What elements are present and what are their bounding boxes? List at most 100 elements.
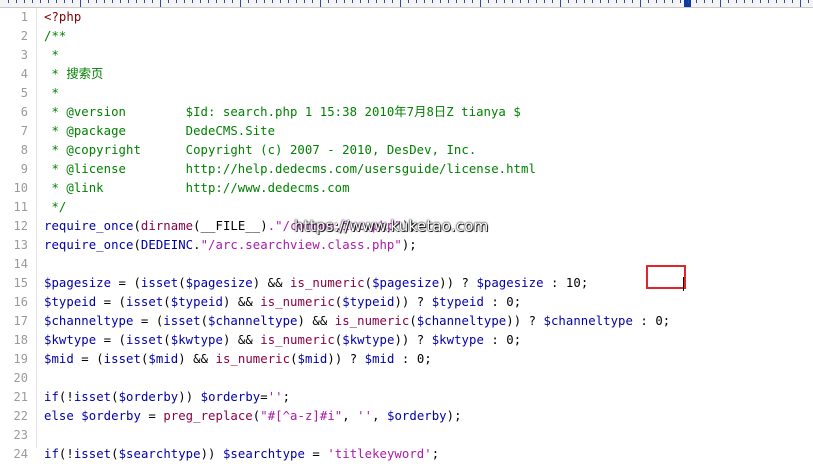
code-token: )) — [200, 447, 223, 461]
ruler-tick — [624, 0, 625, 3]
code-token: )) — [178, 390, 201, 404]
code-line[interactable]: 7 * @package DedeCMS.Site — [0, 122, 813, 141]
ruler-tick — [224, 0, 225, 3]
code-token: $orderby — [387, 409, 447, 423]
code-token: is_numeric — [260, 295, 335, 309]
code-token: , — [342, 409, 358, 423]
code-token: ( — [111, 390, 119, 404]
line-number: 12 — [13, 219, 28, 233]
ruler-tick — [384, 0, 385, 3]
line-number: 5 — [20, 86, 28, 100]
code-line[interactable]: 11 */ — [0, 198, 813, 217]
line-text: $channeltype = (isset($channeltype) && i… — [44, 312, 670, 331]
code-line[interactable]: 20 — [0, 369, 813, 388]
ruler-tick — [104, 0, 105, 3]
ruler-tick — [192, 0, 193, 3]
ruler-tick — [496, 0, 497, 3]
code-line[interactable]: 21 if(!isset($orderby)) $orderby=''; — [0, 388, 813, 407]
code-token: $channeltype — [543, 314, 633, 328]
ruler-tick — [632, 0, 633, 3]
ruler-tick — [280, 0, 281, 3]
code-token: $kwtype — [342, 333, 395, 347]
code-token: $searchtype — [222, 447, 305, 461]
ruler-tick — [504, 0, 505, 3]
code-line[interactable]: 15 $pagesize = (isset($pagesize) && is_nu… — [0, 274, 813, 293]
code-line[interactable]: 3 * — [0, 46, 813, 65]
code-line[interactable]: 13 require_once(DEDEINC."/arc.searchview.… — [0, 236, 813, 255]
code-line[interactable]: 5 * — [0, 84, 813, 103]
code-line[interactable]: 18 $kwtype = (isset($kwtype) && is_numeri… — [0, 331, 813, 350]
text-cursor — [683, 277, 684, 291]
ruler-tick — [696, 0, 697, 3]
ruler-tick — [320, 0, 321, 7]
ruler-tick — [328, 0, 329, 3]
code-token: $orderby — [118, 390, 179, 404]
line-text: $pagesize = (isset($pagesize) && is_nume… — [44, 274, 588, 293]
line-text: <?php — [44, 8, 81, 27]
code-line[interactable]: 17 $channeltype = (isset($channeltype) &&… — [0, 312, 813, 331]
line-text: * — [44, 46, 59, 65]
code-line[interactable]: 1 <?php — [0, 8, 813, 27]
line-text: * 搜索页 — [44, 65, 103, 84]
ruler-tick — [240, 0, 241, 7]
code-token: * @link http://www.dedecms.com — [44, 181, 350, 195]
code-token: ) && — [178, 352, 216, 366]
code-token: = — [140, 409, 164, 423]
line-text: $mid = (isset($mid) && is_numeric($mid))… — [44, 350, 432, 369]
line-number: 13 — [13, 238, 28, 252]
ruler-tick — [576, 0, 577, 3]
ruler-tick — [768, 0, 769, 3]
code-token: ( — [200, 314, 209, 328]
code-token: )) ? — [394, 295, 432, 309]
code-token: * @license http://help.dedecms.com/users… — [44, 162, 536, 176]
code-token: . — [193, 238, 201, 252]
ruler-tick — [256, 0, 257, 3]
code-line[interactable]: 8 * @copyright Copyright (c) 2007 - 2010… — [0, 141, 813, 160]
code-token: is_numeric — [215, 352, 291, 366]
code-token: : 0; — [632, 314, 671, 328]
code-line[interactable]: 22 else $orderby = preg_replace("#[^a-z]#… — [0, 407, 813, 426]
code-token: = — [304, 447, 328, 461]
ruler-tick — [288, 0, 289, 3]
code-token: ( — [133, 238, 141, 252]
code-line[interactable]: 23 — [0, 426, 813, 445]
code-token: /** — [44, 29, 67, 43]
line-number: 19 — [13, 352, 28, 366]
code-token: isset — [126, 295, 164, 309]
code-token: ( — [290, 352, 298, 366]
line-number: 7 — [20, 124, 28, 138]
code-line[interactable]: 6 * @version $Id: search.php 1 15:38 201… — [0, 103, 813, 122]
ruler-tick — [520, 0, 521, 3]
code-line[interactable]: 4 * 搜索页 — [0, 65, 813, 84]
code-token: * @package DedeCMS.Site — [44, 124, 276, 138]
code-token: isset — [140, 276, 179, 290]
ruler-tick — [776, 0, 777, 3]
code-token: ) && — [222, 333, 261, 347]
code-token: = ( — [96, 295, 127, 309]
code-token: is_numeric — [334, 314, 410, 328]
code-token: ) && — [297, 314, 335, 328]
line-number: 9 — [20, 162, 28, 176]
code-token: $pagesize — [44, 276, 112, 290]
code-line[interactable]: 9 * @license http://help.dedecms.com/use… — [0, 160, 813, 179]
line-number: 10 — [13, 181, 28, 195]
code-token: $typeid — [431, 295, 484, 309]
code-token: )) ? — [506, 314, 544, 328]
line-number: 4 — [20, 67, 28, 81]
code-token: '' — [357, 409, 373, 423]
line-text: * @copyright Copyright (c) 2007 - 2010, … — [44, 141, 476, 160]
code-token: ) && — [252, 276, 291, 290]
code-token: $typeid — [44, 295, 97, 309]
code-line[interactable]: 10 * @link http://www.dedecms.com — [0, 179, 813, 198]
code-token: )) ? — [394, 333, 432, 347]
code-line[interactable]: 19 $mid = (isset($mid) && is_numeric($mid… — [0, 350, 813, 369]
ruler-tick — [128, 0, 129, 3]
code-line[interactable]: 14 — [0, 255, 813, 274]
ruler-tick — [752, 0, 753, 3]
code-line[interactable]: 2 /** — [0, 27, 813, 46]
code-token: $searchtype — [118, 447, 201, 461]
code-line[interactable]: 16 $typeid = (isset($typeid) && is_numeri… — [0, 293, 813, 312]
line-number: 20 — [13, 371, 28, 385]
line-text: require_once(DEDEINC."/arc.searchview.cl… — [44, 236, 417, 255]
ruler-tick — [760, 0, 761, 3]
